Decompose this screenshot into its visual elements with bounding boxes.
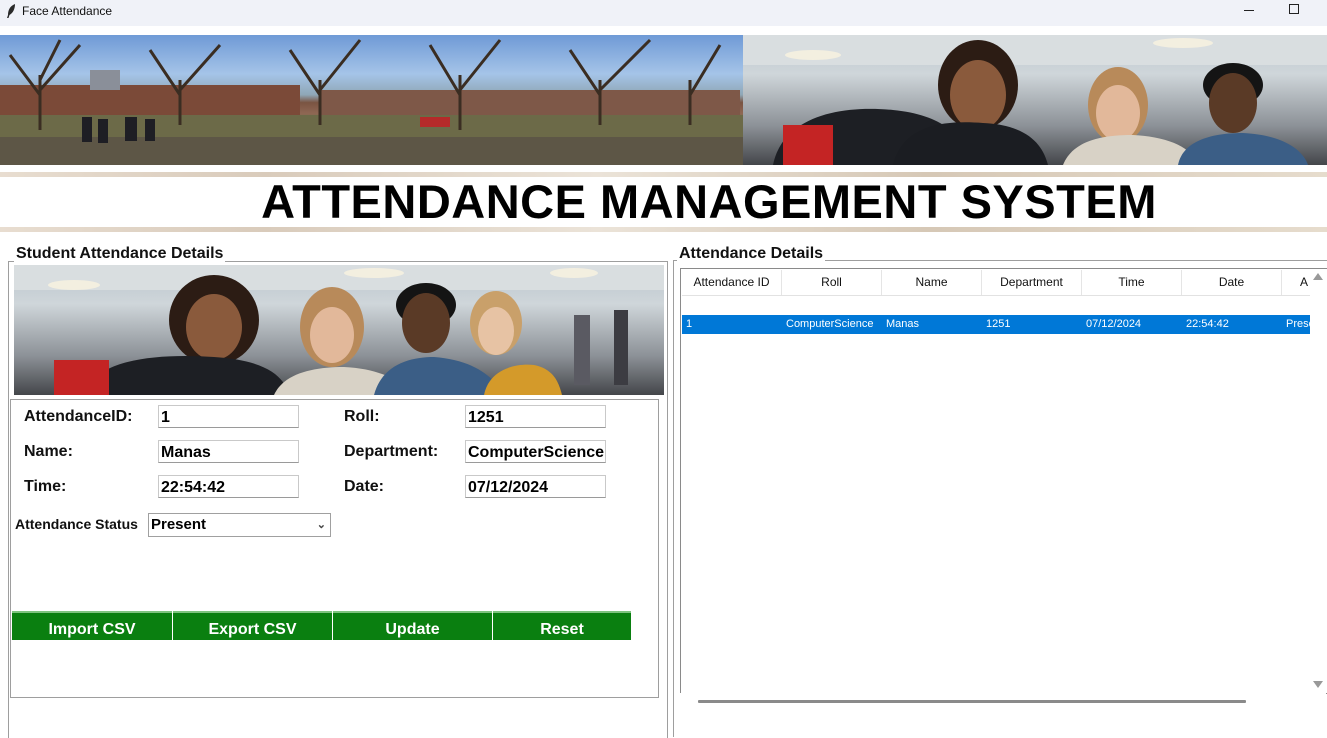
horizontal-scrollbar-thumb[interactable] [698, 700, 1246, 703]
export-csv-button[interactable]: Export CSV [173, 611, 332, 640]
student-details-frame-title: Student Attendance Details [14, 245, 226, 263]
window-title: Face Attendance [22, 4, 113, 18]
campus-banner-image [0, 35, 743, 165]
students-banner-image [743, 35, 1327, 165]
name-field[interactable]: Manas [158, 440, 299, 463]
attendance-id-label: AttendanceID: [24, 408, 133, 425]
reset-button[interactable]: Reset [493, 611, 631, 640]
column-header-truncated[interactable]: A [1282, 270, 1310, 295]
column-header-roll[interactable]: Roll [782, 270, 882, 295]
attendance-status-label: Attendance Status [15, 516, 138, 532]
update-button[interactable]: Update [333, 611, 492, 640]
table-cell: 1 [686, 318, 693, 330]
scroll-down-arrow-icon[interactable] [1313, 681, 1323, 688]
department-field[interactable]: ComputerScience [465, 440, 606, 463]
students-panel-drawing [14, 265, 664, 395]
page-title: ATTENDANCE MANAGEMENT SYSTEM [261, 175, 1157, 228]
maximize-button[interactable] [1276, 0, 1312, 22]
date-label: Date: [344, 478, 385, 495]
name-label: Name: [24, 443, 73, 460]
table-cell: ComputerScience [786, 318, 874, 330]
date-field[interactable]: 07/12/2024 [465, 475, 606, 498]
vertical-scrollbar[interactable] [1310, 270, 1326, 691]
time-field[interactable]: 22:54:42 [158, 475, 299, 498]
column-header-time[interactable]: Time [1082, 270, 1182, 295]
column-header-name[interactable]: Name [882, 270, 982, 295]
window-title-bar [0, 0, 1327, 26]
time-label: Time: [24, 478, 67, 495]
scroll-up-arrow-icon[interactable] [1313, 273, 1323, 280]
table-cell: 22:54:42 [1186, 318, 1229, 330]
campus-scene-drawing [0, 38, 743, 165]
attendance-status-dropdown[interactable]: Present ⌄ [148, 513, 331, 537]
table-cell: 07/12/2024 [1086, 318, 1142, 330]
attendance-details-frame-title: Attendance Details [677, 245, 826, 263]
table-cell: 1251 [986, 318, 1011, 330]
students-group-drawing [743, 35, 1327, 165]
attendance-id-field[interactable]: 1 [158, 405, 299, 428]
table-cell: Present [1286, 318, 1310, 330]
feather-icon [7, 4, 15, 18]
column-header-department[interactable]: Department [982, 270, 1082, 295]
table-header: Attendance ID Roll Name Department Time … [682, 270, 1310, 296]
table-row[interactable]: 1 ComputerScience Manas 1251 07/12/2024 … [682, 315, 1310, 334]
import-csv-button[interactable]: Import CSV [12, 611, 172, 640]
department-label: Department: [344, 443, 439, 460]
column-header-date[interactable]: Date [1182, 270, 1282, 295]
attendance-status-value: Present [151, 516, 207, 533]
column-header-attendance-id[interactable]: Attendance ID [682, 270, 782, 295]
minimize-button[interactable] [1232, 0, 1268, 22]
roll-label: Roll: [344, 408, 380, 425]
students-panel-image [14, 265, 664, 395]
chevron-down-icon: ⌄ [316, 519, 326, 531]
roll-field[interactable]: 1251 [465, 405, 606, 428]
table-cell: Manas [886, 318, 920, 330]
